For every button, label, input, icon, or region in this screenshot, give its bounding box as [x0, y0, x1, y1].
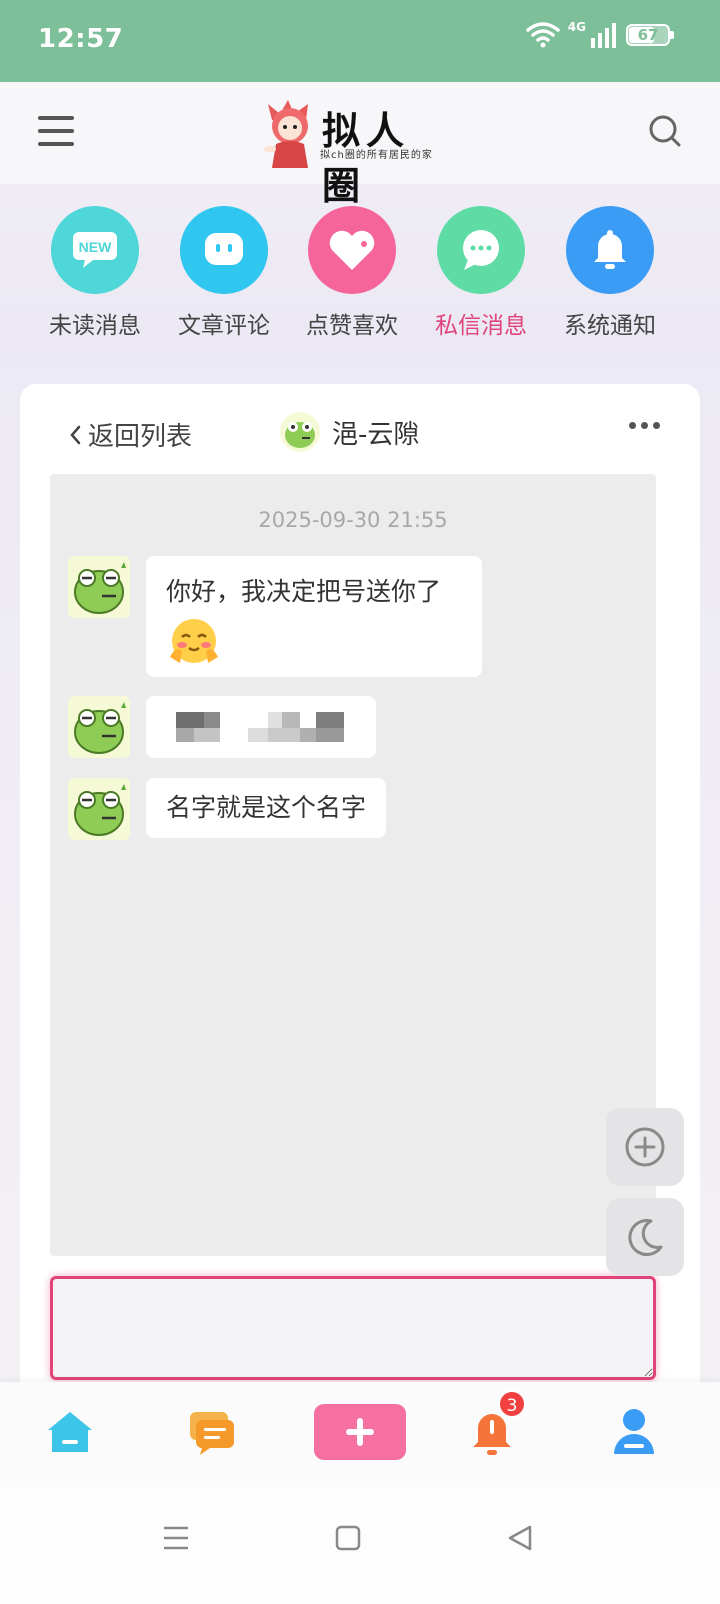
avatar[interactable] — [68, 696, 130, 758]
message-list: 2025-09-30 21:55 你好，我决定把号送你了 名字就是这个名字 — [50, 474, 656, 1256]
category-system[interactable]: 系统通知 — [550, 206, 670, 340]
logo-subtitle: 拟ch圈的所有居民的家 — [320, 150, 433, 161]
heart-icon — [308, 206, 396, 294]
status-bar: 12:57 4G 67 — [0, 0, 720, 82]
message-item: 名字就是这个名字 — [68, 778, 387, 840]
network-type: 4G — [567, 20, 586, 34]
dark-mode-button[interactable] — [606, 1198, 684, 1276]
nav-notifications[interactable]: 3 — [462, 1390, 526, 1460]
back-to-list-button[interactable]: 返回列表 — [68, 416, 192, 453]
category-label: 点赞喜欢 — [306, 313, 398, 339]
category-label: 私信消息 — [435, 313, 527, 339]
chat-bubble-icon — [437, 206, 525, 294]
message-bubble-redacted — [146, 696, 376, 758]
search-icon[interactable] — [648, 114, 682, 148]
blush-emoji — [170, 619, 218, 663]
home-square-icon[interactable] — [334, 1524, 362, 1552]
category-label: 文章评论 — [178, 313, 270, 339]
message-bubble: 你好，我决定把号送你了 — [146, 556, 482, 677]
avatar — [280, 412, 320, 452]
svg-text:NEW: NEW — [79, 239, 112, 255]
more-options-icon[interactable] — [629, 422, 660, 429]
menu-icon[interactable] — [38, 116, 74, 146]
back-triangle-icon[interactable] — [506, 1524, 534, 1552]
pixelated-redaction — [176, 712, 344, 742]
comment-face-icon — [180, 206, 268, 294]
messages-icon — [190, 1412, 234, 1455]
chat-header-user[interactable]: 浥-云隙 — [280, 412, 419, 452]
message-item: 你好，我决定把号送你了 — [68, 556, 482, 677]
avatar[interactable] — [68, 778, 130, 840]
app-header: 拟人圈 拟ch圈的所有居民的家 — [0, 82, 720, 208]
nav-home[interactable] — [40, 1404, 100, 1460]
category-comments[interactable]: 文章评论 — [164, 206, 284, 340]
new-badge-icon: NEW — [51, 206, 139, 294]
recent-apps-icon[interactable] — [162, 1524, 190, 1552]
message-categories: NEW 未读消息 文章评论 点赞喜欢 私信消息 系统通知 — [0, 206, 720, 339]
status-time: 12:57 — [38, 24, 124, 54]
back-label: 返回列表 — [88, 422, 193, 452]
category-unread[interactable]: NEW 未读消息 — [35, 206, 155, 340]
chat-user-name: 浥-云隙 — [332, 419, 420, 450]
category-label: 系统通知 — [564, 313, 656, 339]
home-icon — [48, 1412, 92, 1452]
add-circle-button[interactable] — [606, 1108, 684, 1186]
chat-card: 返回列表 浥-云隙 2025-09-30 21:55 你好，我决定把号送你了 名… — [20, 384, 700, 1404]
category-private-messages[interactable]: 私信消息 — [421, 206, 541, 340]
add-circle-icon — [625, 1127, 665, 1167]
category-likes[interactable]: 点赞喜欢 — [292, 206, 412, 340]
notification-badge: 3 — [498, 1390, 526, 1418]
bottom-navigation: 3 — [0, 1382, 720, 1482]
message-text: 你好，我决定把号送你了 — [166, 577, 442, 606]
site-logo[interactable]: 拟人圈 拟ch圈的所有居民的家 — [262, 98, 452, 208]
logo-mascot-icon — [264, 100, 308, 168]
battery-icon: 67 — [626, 24, 674, 46]
battery-level: 67 — [637, 26, 659, 44]
profile-icon — [614, 1409, 654, 1454]
create-post-button[interactable] — [314, 1404, 406, 1460]
message-bubble: 名字就是这个名字 — [146, 778, 387, 838]
message-timestamp: 2025-09-30 21:55 — [258, 508, 448, 532]
plus-icon — [346, 1418, 374, 1446]
status-icons: 4G 67 — [526, 20, 674, 48]
message-item — [68, 696, 376, 758]
signal-icon — [591, 23, 616, 48]
wifi-icon — [526, 22, 560, 48]
nav-profile[interactable] — [604, 1404, 664, 1460]
bell-icon — [566, 206, 654, 294]
avatar[interactable] — [68, 556, 130, 618]
message-input[interactable] — [50, 1276, 656, 1380]
chevron-left-icon — [70, 425, 81, 444]
moon-icon — [628, 1219, 663, 1256]
system-navigation-bar — [0, 1482, 720, 1604]
nav-messages[interactable] — [182, 1404, 242, 1460]
category-label: 未读消息 — [49, 313, 141, 339]
message-text: 名字就是这个名字 — [166, 793, 367, 822]
